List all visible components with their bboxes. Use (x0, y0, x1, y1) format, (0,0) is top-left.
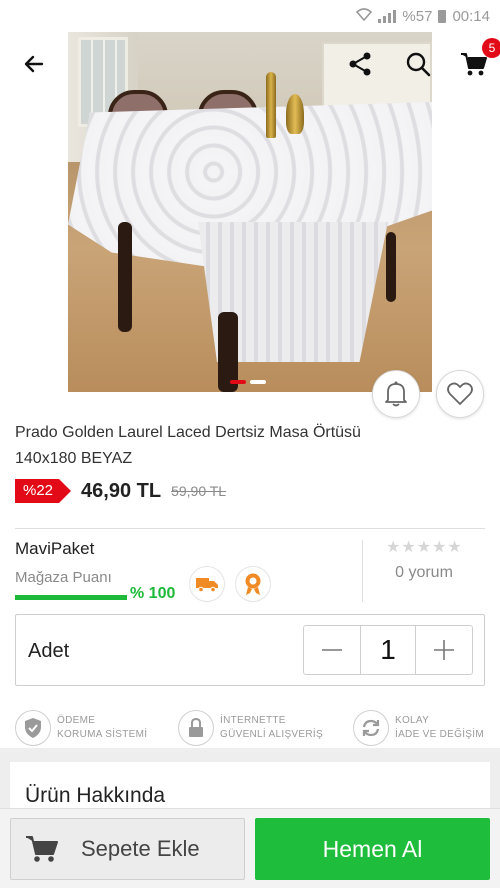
successful-seller-badge[interactable] (235, 566, 271, 602)
favorite-button[interactable] (436, 370, 484, 418)
minus-icon (322, 649, 342, 651)
divider (15, 528, 485, 529)
battery-icon (438, 9, 447, 23)
old-price: 59,90 TL (171, 483, 227, 499)
search-button[interactable] (402, 48, 434, 80)
store-score-bar (15, 595, 127, 600)
clock: 00:14 (452, 7, 490, 25)
quantity-value[interactable]: 1 (360, 626, 416, 674)
buy-now-button[interactable]: Hemen Al (255, 818, 490, 880)
quantity-stepper[interactable]: 1 (303, 625, 473, 675)
bottom-action-bar: Sepete Ekle Hemen Al (0, 808, 500, 888)
store-score-label: Mağaza Puanı (15, 569, 112, 586)
guarantee-secure-shopping: İNTERNETTE GÜVENLİ ALIŞVERİŞ (178, 710, 323, 746)
carousel-dot-active (230, 380, 246, 384)
wifi-icon (356, 7, 373, 25)
status-bar: %57 00:14 (0, 0, 500, 32)
share-button[interactable] (344, 48, 376, 80)
cart-count-badge: 5 (482, 38, 500, 58)
cart-button[interactable]: 5 (458, 38, 500, 80)
star-icon: ★ (386, 539, 401, 556)
rating-stars: ★ ★ ★ ★ ★ (386, 537, 462, 557)
truck-icon (196, 578, 218, 593)
guarantee-line: KORUMA SİSTEMİ (57, 729, 148, 740)
store-score-fill (15, 595, 127, 600)
decrease-button[interactable] (304, 626, 360, 674)
signal-icon (378, 9, 397, 23)
lock-icon (178, 710, 214, 746)
add-to-cart-button[interactable]: Sepete Ekle (10, 818, 245, 880)
guarantee-line: GÜVENLİ ALIŞVERİŞ (220, 729, 323, 740)
add-to-cart-label: Sepete Ekle (81, 836, 200, 861)
seller-name[interactable]: MaviPaket (15, 539, 94, 559)
product-photo[interactable] (68, 32, 432, 392)
shield-check-icon (15, 710, 51, 746)
guarantee-line: KOLAY (395, 715, 430, 726)
guarantee-line: ÖDEME (57, 715, 96, 726)
medal-icon (245, 573, 261, 595)
guarantee-payment-protection: ÖDEME KORUMA SİSTEMİ (15, 710, 147, 746)
store-score-value: % 100 (130, 585, 176, 602)
product-image-gallery[interactable] (0, 32, 500, 392)
guarantee-easy-return: KOLAY İADE VE DEĞİŞİM (353, 710, 484, 746)
guarantee-line: İNTERNETTE (220, 715, 286, 726)
current-price: 46,90 TL (81, 479, 162, 502)
star-icon: ★ (401, 539, 416, 556)
reviews-count[interactable]: 0 yorum (362, 564, 486, 582)
guarantee-line: İADE VE DEĞİŞİM (395, 729, 484, 740)
carousel-dot (250, 380, 266, 384)
back-button[interactable] (18, 48, 50, 80)
bell-icon (385, 381, 407, 407)
cart-icon (26, 836, 58, 862)
about-title: Ürün Hakkında (25, 784, 166, 807)
search-icon (406, 52, 431, 77)
battery-percent: %57 (402, 7, 433, 25)
quantity-box: Adet 1 (15, 614, 485, 686)
star-icon: ★ (432, 539, 447, 556)
fast-shipping-badge[interactable] (189, 566, 225, 602)
increase-button[interactable] (416, 626, 472, 674)
plus-icon (434, 640, 454, 660)
arrow-left-icon (24, 55, 44, 73)
price-alert-button[interactable] (372, 370, 420, 418)
heart-icon (447, 382, 473, 405)
share-icon (349, 52, 371, 76)
quantity-label: Adet (28, 640, 70, 662)
discount-badge: %22 (15, 479, 72, 503)
star-icon: ★ (416, 539, 432, 556)
refresh-icon (353, 710, 389, 746)
price-row: %22 46,90 TL 59,90 TL (15, 479, 226, 503)
product-title: Prado Golden Laurel Laced Dertsiz Masa Ö… (15, 424, 361, 467)
star-icon: ★ (447, 539, 462, 556)
carousel-indicator (230, 380, 266, 384)
